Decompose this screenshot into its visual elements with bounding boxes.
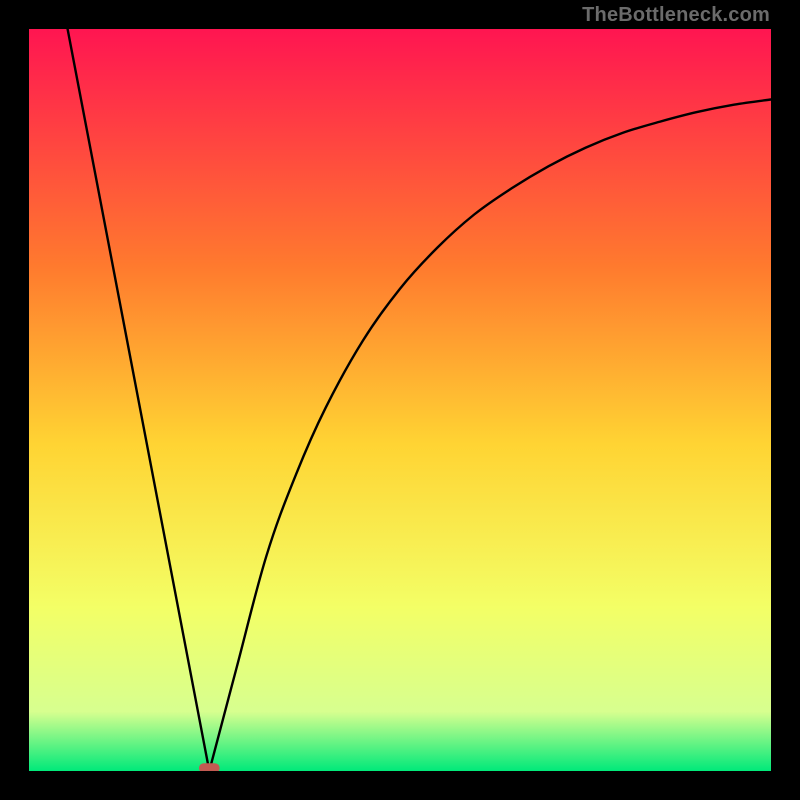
plot-svg xyxy=(29,29,771,771)
watermark-text: TheBottleneck.com xyxy=(582,4,770,27)
chart-frame: TheBottleneck.com xyxy=(0,0,800,800)
plot-area xyxy=(29,29,771,771)
gradient-background xyxy=(29,29,771,771)
min-marker xyxy=(199,763,220,771)
